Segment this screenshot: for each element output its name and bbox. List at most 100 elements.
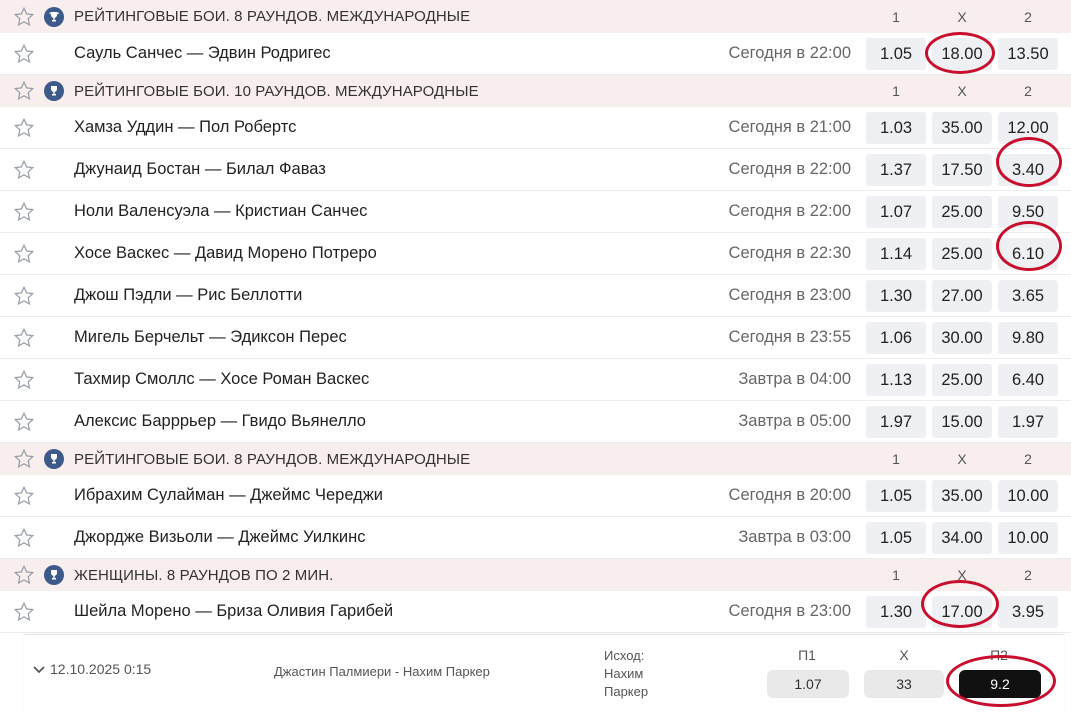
star-outline-icon[interactable]	[13, 448, 35, 470]
star-outline-icon[interactable]	[13, 43, 35, 65]
odd-2[interactable]: 13.50	[998, 38, 1058, 70]
label-p1: П1	[798, 647, 816, 663]
label-p2: П2	[990, 647, 1008, 663]
star-outline-icon[interactable]	[13, 327, 35, 349]
odd-2[interactable]: 9.80	[998, 322, 1058, 354]
match-row[interactable]: Хамза Уддин — Пол Робертс Сегодня в 21:0…	[0, 107, 1071, 149]
star-outline-icon[interactable]	[13, 527, 35, 549]
match-name: Джош Пэдли — Рис Беллотти	[74, 286, 303, 304]
odd-2[interactable]: 3.65	[998, 280, 1058, 312]
league-title: РЕЙТИНГОВЫЕ БОИ. 8 РАУНДОВ. МЕЖДУНАРОДНЫ…	[74, 450, 471, 468]
match-time: Сегодня в 23:00	[728, 602, 851, 620]
match-time: Сегодня в 22:30	[728, 244, 851, 262]
match-time: Сегодня в 22:00	[728, 160, 851, 178]
odd-x[interactable]: 17.50	[932, 154, 992, 186]
chevron-down-icon[interactable]	[32, 662, 46, 676]
star-outline-icon[interactable]	[13, 369, 35, 391]
odd-x[interactable]: 17.00	[932, 596, 992, 628]
match-name: Ибрахим Сулайман — Джеймс Череджи	[74, 486, 384, 504]
odd-2[interactable]: 10.00	[998, 522, 1058, 554]
odd-2[interactable]: 6.40	[998, 364, 1058, 396]
league-title: РЕЙТИНГОВЫЕ БОИ. 8 РАУНДОВ. МЕЖДУНАРОДНЫ…	[74, 8, 471, 25]
odd-1[interactable]: 1.05	[866, 480, 926, 512]
match-row[interactable]: Джош Пэдли — Рис Беллотти Сегодня в 23:0…	[0, 275, 1071, 317]
league-header[interactable]: РЕЙТИНГОВЫЕ БОИ. 10 РАУНДОВ. МЕЖДУНАРОДН…	[0, 75, 1071, 107]
match-row[interactable]: Джордже Визьоли — Джеймс Уилкинс Завтра …	[0, 517, 1071, 559]
col-header-x: X	[957, 83, 967, 99]
league-header[interactable]: РЕЙТИНГОВЫЕ БОИ. 8 РАУНДОВ. МЕЖДУНАРОДНЫ…	[0, 0, 1071, 33]
odd-1[interactable]: 1.37	[866, 154, 926, 186]
match-row[interactable]: Джунаид Бостан — Билал Фаваз Сегодня в 2…	[0, 149, 1071, 191]
league-title: ЖЕНЩИНЫ. 8 РАУНДОВ ПО 2 МИН.	[74, 566, 334, 584]
bet-match: Джастин Палмиери - Нахим Паркер	[274, 664, 490, 679]
odd-1[interactable]: 1.03	[866, 112, 926, 144]
star-outline-icon[interactable]	[13, 6, 35, 28]
odd-1[interactable]: 1.07	[866, 196, 926, 228]
star-outline-icon[interactable]	[13, 117, 35, 139]
trophy-icon	[44, 6, 64, 27]
star-outline-icon[interactable]	[13, 243, 35, 265]
bet-slip: 12.10.2025 0:15 Джастин Палмиери - Нахим…	[24, 634, 1064, 717]
bet-date[interactable]: 12.10.2025 0:15	[32, 661, 151, 677]
odd-x[interactable]: 15.00	[932, 406, 992, 438]
match-row[interactable]: Хосе Васкес — Давид Морено Потреро Сегод…	[0, 233, 1071, 275]
odd-1[interactable]: 1.97	[866, 406, 926, 438]
odd-2[interactable]: 3.95	[998, 596, 1058, 628]
odd-x[interactable]: 34.00	[932, 522, 992, 554]
odd-x[interactable]: 35.00	[932, 112, 992, 144]
odd-x[interactable]: 35.00	[932, 480, 992, 512]
match-row[interactable]: Ноли Валенсуэла — Кристиан Санчес Сегодн…	[0, 191, 1071, 233]
odd-x[interactable]: 27.00	[932, 280, 992, 312]
star-outline-icon[interactable]	[13, 485, 35, 507]
star-outline-icon[interactable]	[13, 159, 35, 181]
match-row[interactable]: Сауль Санчес — Эдвин Родригес Сегодня в …	[0, 33, 1071, 75]
star-outline-icon[interactable]	[13, 601, 35, 623]
odd-1[interactable]: 1.30	[866, 280, 926, 312]
odd-x[interactable]: 25.00	[932, 238, 992, 270]
match-name: Ноли Валенсуэла — Кристиан Санчес	[74, 202, 368, 220]
league-header[interactable]: ЖЕНЩИНЫ. 8 РАУНДОВ ПО 2 МИН. 1 X 2	[0, 559, 1071, 591]
bet-odd-x[interactable]: 33	[864, 670, 944, 698]
odd-1[interactable]: 1.14	[866, 238, 926, 270]
odd-x[interactable]: 25.00	[932, 364, 992, 396]
match-name: Шейла Морено — Бриза Оливия Гарибей	[74, 602, 394, 620]
odd-2[interactable]: 10.00	[998, 480, 1058, 512]
match-row[interactable]: Тахмир Смоллс — Хосе Роман Васкес Завтра…	[0, 359, 1071, 401]
odd-x[interactable]: 18.00	[932, 38, 992, 70]
odd-1[interactable]: 1.06	[866, 322, 926, 354]
odd-2[interactable]: 1.97	[998, 406, 1058, 438]
col-header-1: 1	[892, 567, 900, 583]
match-row[interactable]: Мигель Берчельт — Эдиксон Перес Сегодня …	[0, 317, 1071, 359]
odd-x[interactable]: 30.00	[932, 322, 992, 354]
odd-2[interactable]: 12.00	[998, 112, 1058, 144]
bet-odd-p2-selected[interactable]: 9.2	[959, 670, 1041, 698]
col-header-1: 1	[892, 8, 900, 25]
match-row[interactable]: Ибрахим Сулайман — Джеймс Череджи Сегодн…	[0, 475, 1071, 517]
match-row[interactable]: Алексис Барррьер — Гвидо Вьянелло Завтра…	[0, 401, 1071, 443]
odd-1[interactable]: 1.05	[866, 38, 926, 70]
odd-1[interactable]: 1.13	[866, 364, 926, 396]
star-outline-icon[interactable]	[13, 564, 35, 586]
match-name: Хамза Уддин — Пол Робертс	[74, 118, 297, 136]
match-time: Сегодня в 21:00	[728, 118, 851, 136]
star-outline-icon[interactable]	[13, 411, 35, 433]
star-outline-icon[interactable]	[13, 285, 35, 307]
odd-2[interactable]: 6.10	[998, 238, 1058, 270]
odd-1[interactable]: 1.30	[866, 596, 926, 628]
bet-date-text: 12.10.2025 0:15	[50, 661, 152, 677]
col-header-x: X	[957, 567, 967, 583]
odd-1[interactable]: 1.05	[866, 522, 926, 554]
bet-odd-p1[interactable]: 1.07	[767, 670, 849, 698]
odd-2[interactable]: 9.50	[998, 196, 1058, 228]
match-row[interactable]: Шейла Морено — Бриза Оливия Гарибей Сего…	[0, 591, 1071, 633]
match-time: Сегодня в 20:00	[728, 486, 851, 504]
match-name: Сауль Санчес — Эдвин Родригес	[74, 44, 331, 62]
league-header[interactable]: РЕЙТИНГОВЫЕ БОИ. 8 РАУНДОВ. МЕЖДУНАРОДНЫ…	[0, 443, 1071, 475]
star-outline-icon[interactable]	[13, 201, 35, 223]
trophy-icon	[44, 449, 64, 469]
star-outline-icon[interactable]	[13, 80, 35, 102]
odd-x[interactable]: 25.00	[932, 196, 992, 228]
odd-2[interactable]: 3.40	[998, 154, 1058, 186]
league-title: РЕЙТИНГОВЫЕ БОИ. 10 РАУНДОВ. МЕЖДУНАРОДН…	[74, 82, 479, 100]
match-name: Мигель Берчельт — Эдиксон Перес	[74, 328, 347, 346]
